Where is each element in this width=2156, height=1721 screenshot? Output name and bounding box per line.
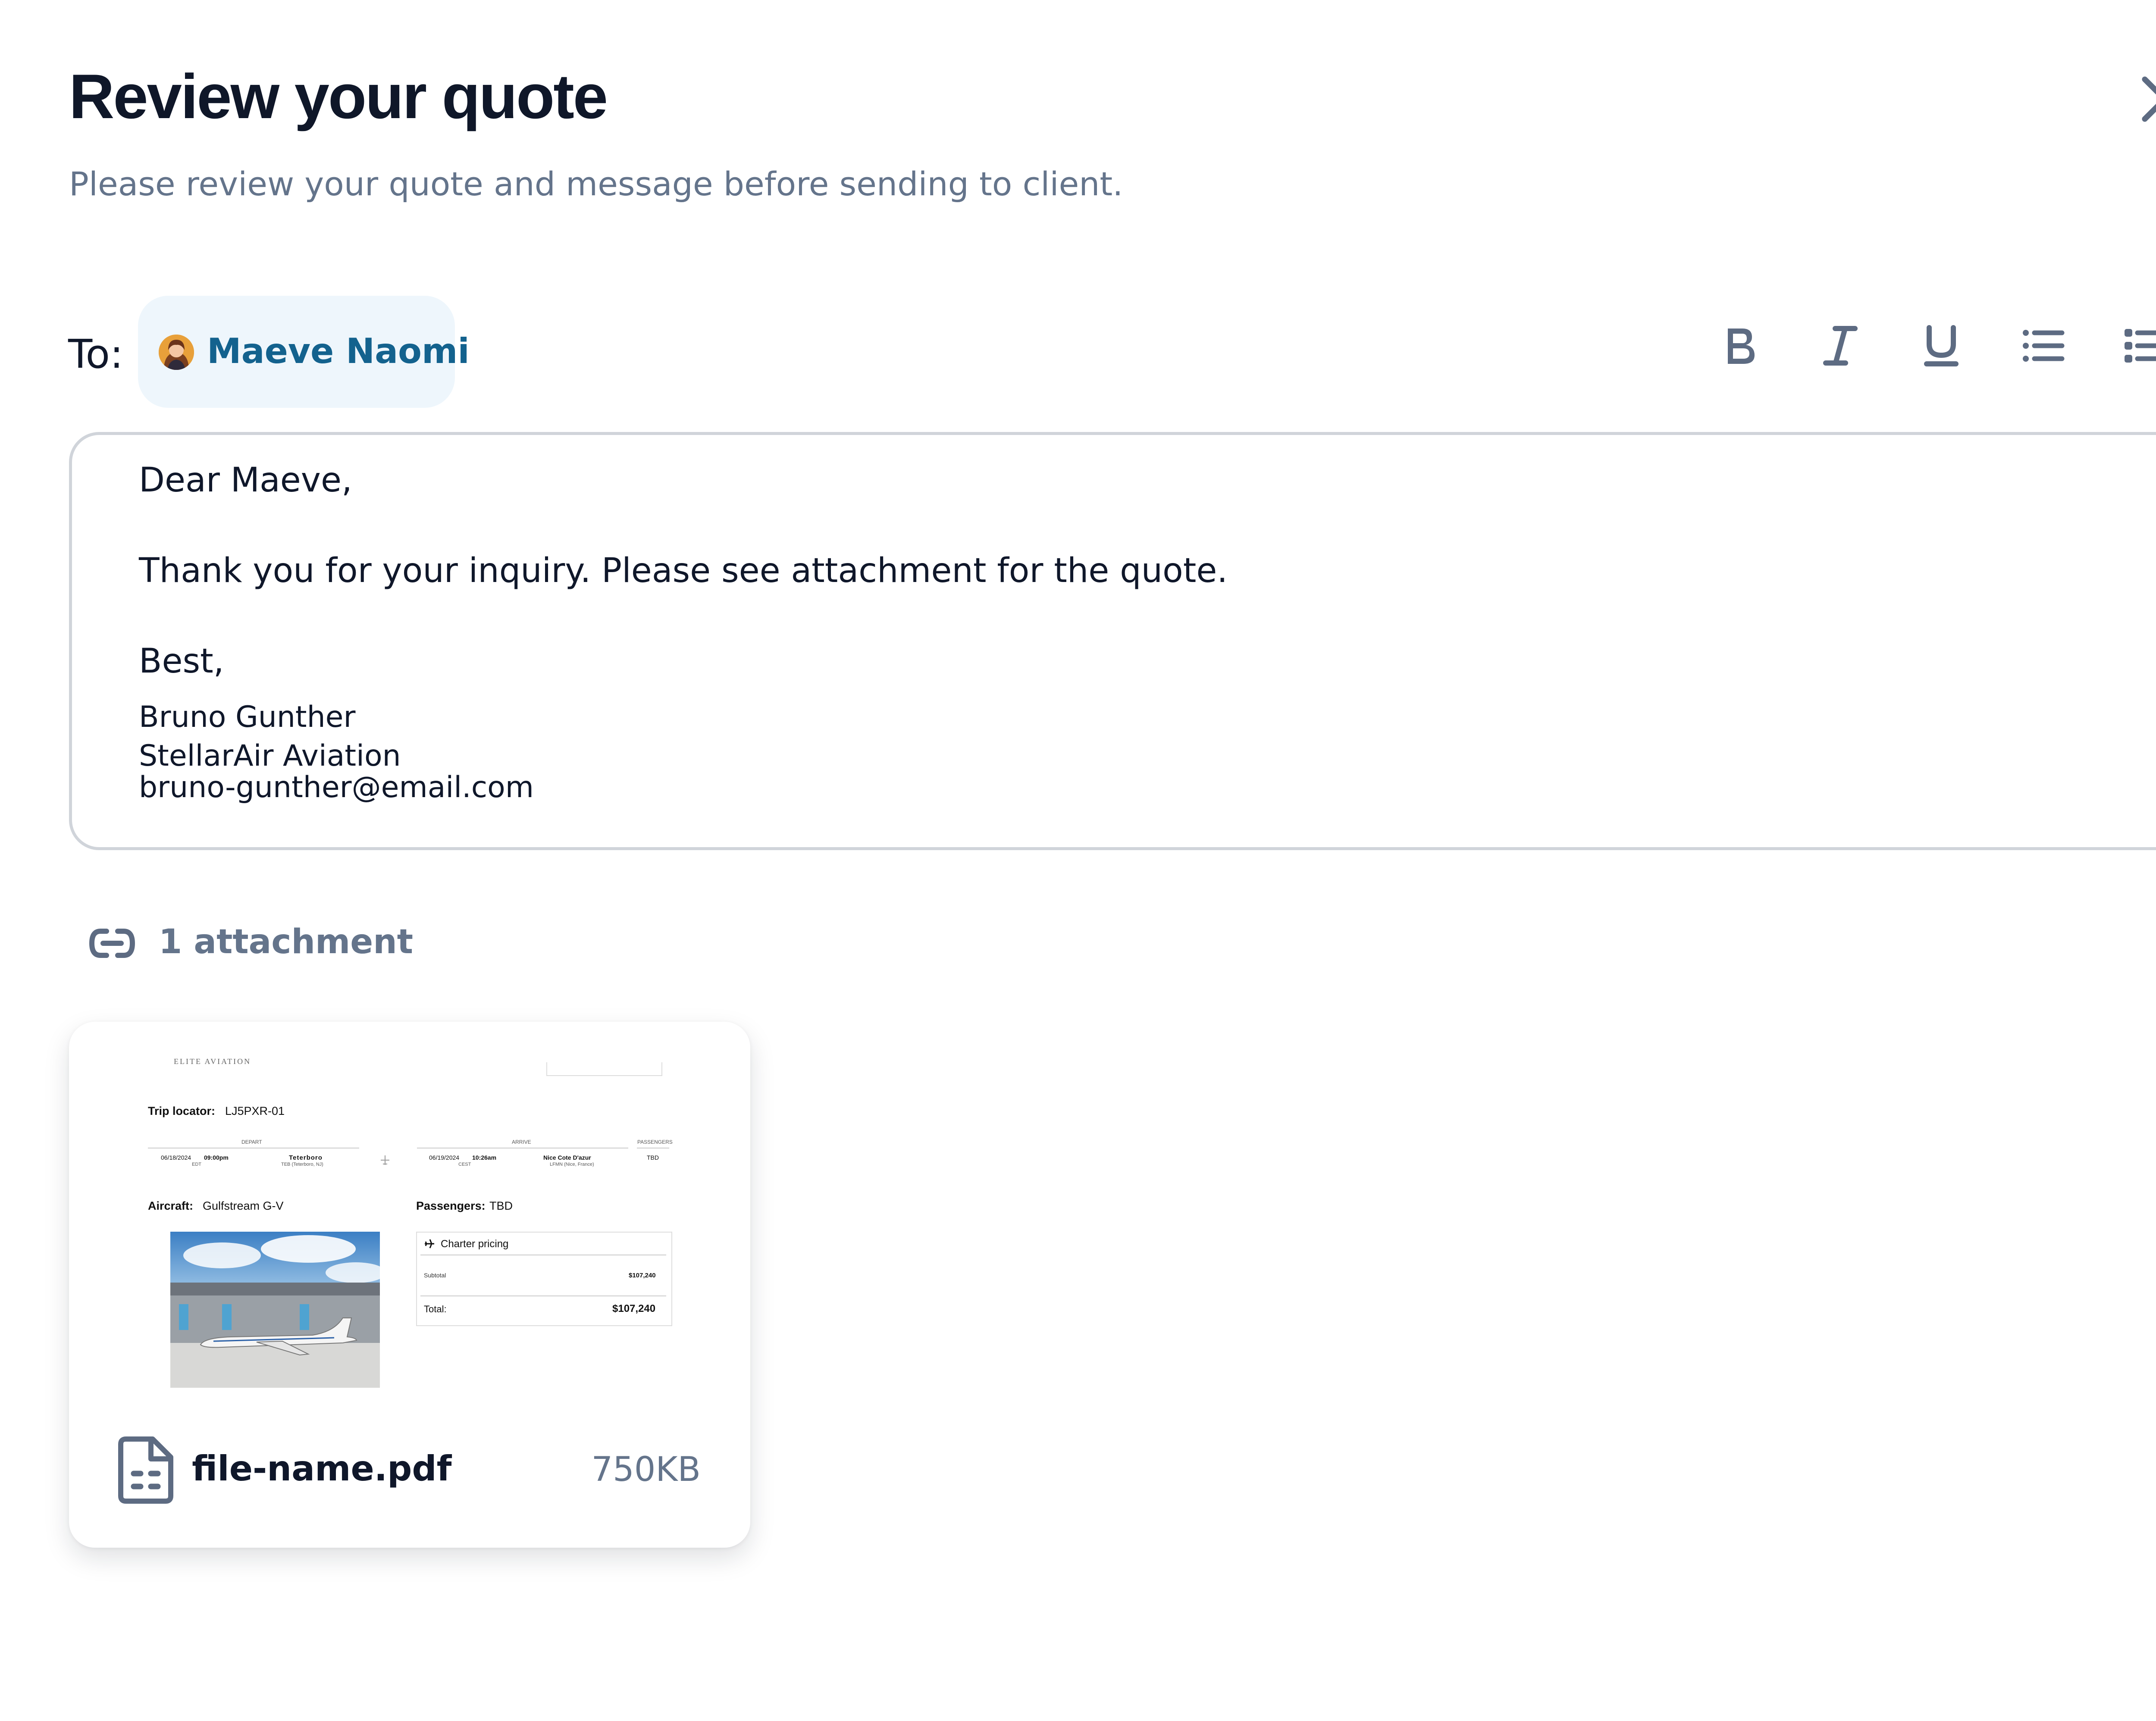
total-value: $107,240: [612, 1303, 656, 1314]
preview-arrive-date: 06/19/2024: [429, 1154, 460, 1161]
file-name: file-name.pdf: [192, 1449, 452, 1489]
page-title: Review your quote: [69, 61, 608, 131]
page-subtitle: Please review your quote and message bef…: [69, 165, 1123, 203]
subtotal-label: Subtotal: [424, 1272, 446, 1279]
preview-passengers: TBD: [489, 1199, 513, 1212]
preview-arrive-tz: CEST: [458, 1162, 471, 1167]
bulleted-list-icon[interactable]: [2021, 324, 2065, 367]
close-button[interactable]: [2139, 73, 2156, 125]
signature-email: bruno-gunther@email.com: [139, 770, 534, 804]
plane-icon: [424, 1238, 435, 1249]
pdf-preview: ELITE AVIATION Trip locator: LJ5PXR-01 D…: [69, 1022, 750, 1427]
aircraft-photo: [170, 1232, 386, 1388]
italic-button[interactable]: [1819, 324, 1862, 367]
user-avatar: [159, 335, 194, 370]
preview-aircraft: Gulfstream G-V: [203, 1199, 284, 1212]
file-size: 750KB: [591, 1450, 701, 1489]
signature-company: StellarAir Aviation: [139, 739, 401, 773]
attachment-count: 1 attachment: [159, 923, 414, 961]
preview-arrive-time: 10:26am: [472, 1154, 497, 1161]
total-label: Total:: [424, 1304, 447, 1314]
preview-depart-tz: EDT: [192, 1162, 201, 1167]
subtotal-value: $107,240: [629, 1272, 656, 1279]
attachment-card[interactable]: ELITE AVIATION Trip locator: LJ5PXR-01 D…: [69, 1022, 750, 1548]
link-icon: [88, 926, 136, 961]
preview-arrive-header: ARRIVE: [512, 1139, 531, 1145]
document-icon: [116, 1436, 177, 1505]
message-editor[interactable]: Dear Maeve, Thank you for your inquiry. …: [69, 432, 2156, 850]
preview-depart-time: 09:00pm: [204, 1154, 229, 1161]
pricing-rule: [420, 1295, 666, 1296]
preview-depart-date: 06/18/2024: [161, 1154, 191, 1161]
to-label: To:: [68, 331, 123, 377]
message-body: Thank you for your inquiry. Please see a…: [139, 551, 1228, 590]
numbered-list-icon[interactable]: [2124, 324, 2156, 367]
preview-passengers-label: Passengers:: [416, 1199, 486, 1212]
numbered-list-button[interactable]: [2124, 324, 2156, 367]
message-closing: Best,: [139, 642, 224, 681]
bulleted-list-button[interactable]: [2021, 324, 2065, 367]
preview-trip-label: Trip locator:: [148, 1105, 216, 1117]
pricing-title: Charter pricing: [441, 1238, 509, 1250]
preview-depart-airport: Teterboro: [289, 1154, 323, 1161]
preview-depart-header: DEPART: [241, 1139, 262, 1145]
recipient-name: Maeve Naomi: [207, 331, 470, 371]
underline-button[interactable]: [1920, 324, 1963, 367]
italic-icon[interactable]: [1819, 324, 1862, 367]
close-icon[interactable]: [2139, 73, 2156, 125]
underline-icon[interactable]: [1920, 324, 1963, 367]
preview-box: [546, 1062, 662, 1076]
preview-trip-value: LJ5PXR-01: [225, 1105, 285, 1117]
plane-small-icon: [379, 1155, 391, 1166]
preview-passengers-header: PASSENGERS: [637, 1139, 673, 1145]
recipient-chip[interactable]: Maeve Naomi: [138, 296, 470, 408]
bold-button[interactable]: [1718, 324, 1761, 367]
preview-arrive-airport-detail: LFMN (Nice, France): [550, 1162, 594, 1167]
preview-aircraft-label: Aircraft:: [148, 1199, 194, 1212]
message-greeting: Dear Maeve,: [139, 461, 352, 500]
bold-icon[interactable]: [1718, 324, 1761, 367]
preview-arrive-airport: Nice Cote D'azur: [543, 1154, 591, 1161]
preview-passengers-value: TBD: [647, 1154, 659, 1161]
preview-depart-airport-detail: TEB (Teterboro, NJ): [281, 1162, 323, 1167]
signature-name: Bruno Gunther: [139, 700, 356, 734]
preview-brand: ELITE AVIATION: [174, 1057, 251, 1066]
